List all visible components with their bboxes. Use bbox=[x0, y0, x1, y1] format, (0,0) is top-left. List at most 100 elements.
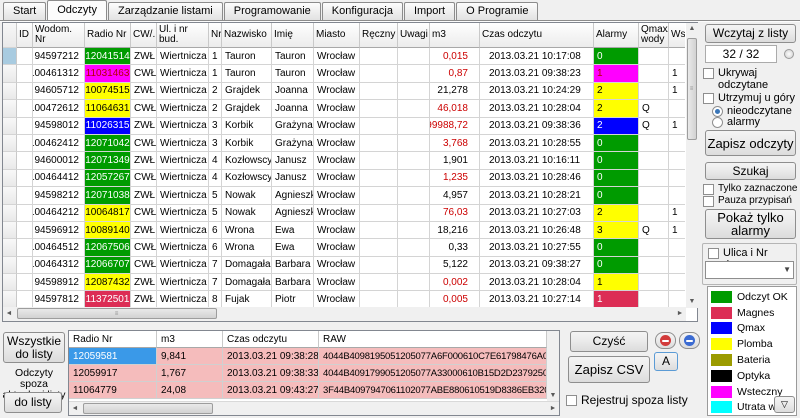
tab-start[interactable]: Start bbox=[3, 2, 46, 20]
grid-cell-miasto[interactable]: Wrocław bbox=[314, 291, 360, 307]
grid-cell-alarmy[interactable]: 1 bbox=[594, 65, 639, 82]
grid-cell-czas[interactable]: 2013.03.21 10:26:48 bbox=[480, 222, 594, 239]
grid-cell-id[interactable] bbox=[17, 135, 33, 152]
grid-cell-m3[interactable]: 0,002 bbox=[430, 274, 480, 291]
grid-cell-wodom[interactable]: 94596912 bbox=[33, 222, 85, 239]
grid-column-header[interactable]: Ręczny bbox=[360, 23, 398, 48]
grid-column-header[interactable]: Uwagi bbox=[398, 23, 430, 48]
grid-cell-miasto[interactable]: Wrocław bbox=[314, 83, 360, 100]
grid-cell-uwagi[interactable] bbox=[398, 222, 430, 239]
grid-cell-cw[interactable]: CWŁ bbox=[131, 170, 157, 187]
grid-cell-uwagi[interactable] bbox=[398, 205, 430, 222]
grid-cell-wste[interactable] bbox=[669, 100, 685, 117]
grid-cell-id[interactable] bbox=[17, 100, 33, 117]
grid-cell-uwagi[interactable] bbox=[398, 83, 430, 100]
row-selector-cell[interactable] bbox=[3, 257, 17, 274]
grid-column-header[interactable]: Nr bbox=[209, 23, 222, 48]
grid-cell-nr[interactable]: 5 bbox=[209, 205, 222, 222]
checkbox-icon[interactable] bbox=[703, 93, 714, 104]
grid-cell-nr[interactable]: 3 bbox=[209, 135, 222, 152]
grid-cell-imie[interactable]: Tauron bbox=[272, 65, 314, 82]
grid-cell-cw[interactable]: ZWŁ bbox=[131, 83, 157, 100]
grid-cell-id[interactable] bbox=[17, 222, 33, 239]
grid-cell-ulica[interactable]: Wiertnicza 2 bbox=[157, 170, 209, 187]
row-selector-cell[interactable] bbox=[3, 205, 17, 222]
grid-column-header[interactable]: Wste bbox=[669, 23, 685, 48]
grid-cell-wste[interactable] bbox=[669, 291, 685, 307]
grid-horizontal-scrollbar[interactable]: ◄ ≡ ► bbox=[3, 307, 686, 321]
chevron-down-icon[interactable]: ▼ bbox=[783, 265, 791, 274]
grid-cell-radio[interactable]: 12071038 bbox=[85, 187, 131, 204]
grid-cell-wodom[interactable]: 100464512 bbox=[33, 239, 85, 256]
grid-cell-uwagi[interactable] bbox=[398, 48, 430, 65]
outside-cell-czas[interactable]: 2013.03.21 09:38:33 bbox=[223, 365, 319, 382]
load-from-list-button[interactable]: Wczytaj z listy bbox=[705, 24, 796, 43]
tab-import[interactable]: Import bbox=[404, 2, 455, 20]
grid-cell-radio[interactable]: 12071349 bbox=[85, 152, 131, 169]
grid-cell-nazwisko[interactable]: Tauron bbox=[222, 65, 272, 82]
outside-column-header[interactable]: Radio Nr bbox=[69, 331, 157, 348]
grid-cell-ulica[interactable]: Wiertnicza 2 bbox=[157, 100, 209, 117]
grid-cell-miasto[interactable]: Wrocław bbox=[314, 152, 360, 169]
grid-cell-imie[interactable]: Janusz bbox=[272, 170, 314, 187]
scroll-right-icon[interactable]: ► bbox=[674, 307, 686, 321]
grid-cell-alarmy[interactable]: 1 bbox=[594, 274, 639, 291]
grid-cell-miasto[interactable]: Wrocław bbox=[314, 205, 360, 222]
outside-cell-raw[interactable]: 4044B4091799051205077A33000610B15D2D2379… bbox=[319, 365, 547, 382]
grid-cell-uwagi[interactable] bbox=[398, 152, 430, 169]
grid-column-header[interactable]: m3 bbox=[430, 23, 480, 48]
outside-cell-czas[interactable]: 2013.03.21 09:43:27 bbox=[223, 382, 319, 399]
grid-cell-nr[interactable]: 1 bbox=[209, 48, 222, 65]
grid-cell-qmax[interactable] bbox=[639, 152, 669, 169]
pause-assign-checkbox[interactable]: Pauza przypisań bbox=[703, 195, 800, 207]
grid-cell-cw[interactable]: ZWŁ bbox=[131, 274, 157, 291]
grid-cell-nazwisko[interactable]: Wrona bbox=[222, 239, 272, 256]
grid-cell-nr[interactable]: 3 bbox=[209, 118, 222, 135]
grid-cell-nazwisko[interactable]: Grajdek bbox=[222, 83, 272, 100]
grid-cell-wodom[interactable]: 100464312 bbox=[33, 257, 85, 274]
grid-cell-czas[interactable]: 2013.03.21 10:28:55 bbox=[480, 135, 594, 152]
grid-cell-alarmy[interactable]: 1 bbox=[594, 291, 639, 307]
grid-cell-id[interactable] bbox=[17, 257, 33, 274]
grid-cell-cw[interactable]: ZWŁ bbox=[131, 48, 157, 65]
grid-cell-radio[interactable]: 11372501 bbox=[85, 291, 131, 307]
grid-cell-miasto[interactable]: Wrocław bbox=[314, 65, 360, 82]
grid-cell-qmax[interactable] bbox=[639, 239, 669, 256]
grid-cell-wodom[interactable]: 100472612 bbox=[33, 100, 85, 117]
outside-cell-m3[interactable]: 24,08 bbox=[157, 382, 223, 399]
grid-cell-alarmy[interactable]: 2 bbox=[594, 83, 639, 100]
grid-cell-reczny[interactable] bbox=[360, 65, 398, 82]
grid-cell-reczny[interactable] bbox=[360, 222, 398, 239]
grid-cell-uwagi[interactable] bbox=[398, 187, 430, 204]
grid-cell-wodom[interactable]: 100462412 bbox=[33, 135, 85, 152]
grid-cell-miasto[interactable]: Wrocław bbox=[314, 222, 360, 239]
grid-column-header[interactable]: ID bbox=[17, 23, 33, 48]
grid-cell-nr[interactable]: 1 bbox=[209, 65, 222, 82]
grid-cell-alarmy[interactable]: 0 bbox=[594, 135, 639, 152]
grid-cell-alarmy[interactable]: 0 bbox=[594, 170, 639, 187]
outside-column-header[interactable]: RAW bbox=[319, 331, 547, 348]
grid-cell-ulica[interactable]: Wiertnicza 2 bbox=[157, 48, 209, 65]
grid-cell-cw[interactable]: ZWŁ bbox=[131, 222, 157, 239]
grid-cell-nr[interactable]: 8 bbox=[209, 291, 222, 307]
grid-cell-reczny[interactable] bbox=[360, 152, 398, 169]
outside-cell-m3[interactable]: 9,841 bbox=[157, 348, 223, 365]
grid-cell-qmax[interactable] bbox=[639, 257, 669, 274]
grid-vertical-scrollbar[interactable]: ▲ ≡ ▼ bbox=[686, 23, 698, 308]
grid-cell-wodom[interactable]: 94598212 bbox=[33, 187, 85, 204]
grid-cell-cw[interactable]: CWŁ bbox=[131, 65, 157, 82]
grid-column-header[interactable]: Imię bbox=[272, 23, 314, 48]
grid-cell-wste[interactable] bbox=[669, 274, 685, 291]
grid-cell-m3[interactable]: 0,015 bbox=[430, 48, 480, 65]
grid-cell-wste[interactable]: 1 bbox=[669, 118, 685, 135]
grid-cell-nazwisko[interactable]: Grajdek bbox=[222, 100, 272, 117]
grid-cell-nr[interactable]: 5 bbox=[209, 187, 222, 204]
grid-cell-ulica[interactable]: Wiertnicza 2 bbox=[157, 187, 209, 204]
grid-cell-m3[interactable]: 0,87 bbox=[430, 65, 480, 82]
grid-cell-alarmy[interactable]: 3 bbox=[594, 222, 639, 239]
save-readings-button[interactable]: Zapisz odczyty bbox=[705, 130, 796, 156]
save-csv-button[interactable]: Zapisz CSV bbox=[568, 356, 650, 383]
grid-cell-radio[interactable]: 12071042 bbox=[85, 135, 131, 152]
row-selector-cell[interactable] bbox=[3, 291, 17, 307]
scroll-left-icon[interactable]: ◄ bbox=[69, 402, 81, 416]
